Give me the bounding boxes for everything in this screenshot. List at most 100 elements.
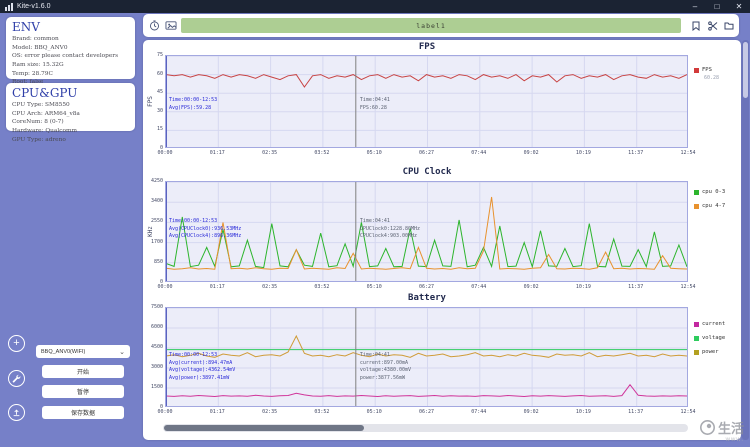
legend-item-cpu-4-7[interactable]: cpu 4-7 — [694, 203, 725, 209]
x-tick-label: 06:27 — [418, 284, 435, 290]
bookmark-button[interactable] — [691, 20, 701, 31]
x-tick-label: 10:19 — [575, 150, 591, 156]
close-button[interactable]: ✕ — [728, 0, 750, 13]
vertical-scrollbar-handle[interactable] — [743, 42, 748, 98]
x-tick-label: 02:35 — [262, 409, 278, 415]
x-tick-label: 03:52 — [314, 409, 330, 415]
x-tick-label: 11:37 — [628, 150, 644, 156]
watermark-logo-icon — [699, 420, 715, 435]
x-tick-label: 00:00 — [157, 284, 173, 290]
save-data-button[interactable]: 保存数据 — [42, 406, 124, 419]
x-tick-label: 10:19 — [575, 284, 591, 290]
x-tick-label: 00:00 — [157, 150, 173, 156]
folder-button[interactable] — [723, 20, 734, 31]
legend-item-voltage[interactable]: voltage — [694, 335, 725, 341]
x-tick-label: 05:10 — [366, 284, 382, 290]
toolbar: label1 — [143, 14, 739, 37]
legend-current-value: 60.28 — [704, 75, 720, 81]
x-tick-label: 07:44 — [471, 150, 487, 156]
timer-button[interactable] — [149, 20, 160, 31]
horizontal-scrollbar[interactable] — [163, 424, 688, 432]
app-icon — [5, 2, 13, 11]
x-tick-label: 02:35 — [262, 284, 278, 290]
env-line: OS: error please contact developers — [12, 53, 119, 60]
legend-item-power[interactable]: power — [694, 349, 719, 355]
x-tick-label: 09:02 — [523, 409, 539, 415]
y-tick-label: 4250 — [150, 178, 163, 184]
legend-item-current[interactable]: current — [694, 321, 725, 327]
y-tick-label: 6000 — [150, 324, 163, 330]
y-tick-label: 30 — [156, 107, 163, 114]
x-tick-label: 12:54 — [680, 150, 696, 156]
y-tick-label: 1500 — [150, 384, 163, 390]
legend-label: cpu 0-3 — [702, 189, 726, 195]
device-select[interactable]: BBQ_ANV0(WIFI) ⌄ — [36, 345, 130, 358]
legend-item-FPS[interactable]: FPS — [694, 67, 712, 73]
add-button[interactable]: + — [8, 335, 25, 352]
x-tick-label: 02:35 — [262, 150, 278, 156]
legend-swatch — [694, 189, 699, 195]
x-tick-label: 10:19 — [575, 409, 591, 415]
titlebar: Kite-v1.6.0 – □ ✕ — [0, 0, 750, 13]
charts-panel: FPS FPS 0 15 30 45 60 75 00:00 01:17 02:35 03:52 05:… — [143, 40, 741, 440]
screenshot-button[interactable] — [165, 20, 177, 31]
horizontal-scrollbar-handle[interactable] — [164, 425, 364, 431]
env-panel: ENV Brand: common Model: BBQ_ANV0 OS: er… — [6, 17, 135, 94]
watermark-title: 生活 — [717, 421, 744, 436]
plot-area-battery[interactable] — [165, 307, 688, 407]
legend-swatch — [694, 67, 699, 73]
cpugpu-line: CPU Type: SM8550 — [12, 102, 70, 108]
cpugpu-panel-title: CPU&GPU — [12, 86, 78, 100]
label-bar-text: label1 — [416, 21, 446, 30]
x-tick-label: 00:00 — [157, 409, 173, 415]
start-button[interactable]: 开始 — [42, 365, 124, 378]
y-tick-label: 1700 — [150, 238, 163, 245]
x-tick-label: 03:52 — [314, 150, 330, 156]
upload-button[interactable] — [8, 404, 25, 421]
chevron-down-icon: ⌄ — [119, 348, 125, 356]
env-line: Temp: 28.79C — [12, 70, 53, 77]
y-tick-label: 3400 — [150, 198, 163, 205]
maximize-button[interactable]: □ — [706, 0, 728, 13]
y-tick-label: 75 — [156, 52, 163, 58]
plot-area-fps[interactable] — [165, 55, 688, 148]
legend-label: voltage — [702, 335, 726, 341]
legend-swatch — [694, 349, 699, 355]
watermark-url: www. — [725, 437, 744, 443]
x-tick-label: 09:02 — [523, 284, 539, 290]
y-tick-label: 4500 — [150, 344, 163, 350]
minimize-button[interactable]: – — [684, 0, 706, 13]
vertical-scrollbar[interactable] — [742, 40, 749, 440]
x-tick-label: 11:37 — [628, 284, 644, 290]
wrench-icon — [12, 374, 21, 383]
pause-button[interactable]: 暂停 — [42, 385, 124, 398]
plot-area-cpu-clock[interactable] — [165, 181, 688, 282]
legend-label: cpu 4-7 — [702, 203, 726, 209]
legend-item-cpu-0-3[interactable]: cpu 0-3 — [694, 189, 725, 195]
label-bar[interactable]: label1 — [181, 18, 681, 33]
x-tick-label: 06:27 — [418, 409, 435, 415]
start-button-label: 开始 — [76, 370, 89, 376]
env-line: Model: BBQ_ANV0 — [12, 44, 68, 51]
cpugpu-line: CoreNum: 8 (0-7) — [12, 119, 64, 126]
env-line: Brand: common — [12, 36, 59, 42]
device-select-value: BBQ_ANV0(WIFI) — [41, 348, 86, 355]
y-tick-label: 3000 — [150, 364, 163, 370]
legend-swatch — [694, 321, 699, 327]
y-tick-label: 850 — [153, 258, 163, 265]
pause-button-label: 暂停 — [76, 390, 89, 396]
chart-title-fps: FPS — [418, 42, 436, 52]
window-title: Kite-v1.6.0 — [17, 3, 51, 10]
chart-title-cpu-clock: CPU Clock — [402, 167, 452, 177]
save-data-button-label: 保存数据 — [70, 411, 95, 417]
legend-label: FPS — [702, 67, 712, 73]
settings-wrench-button[interactable] — [8, 370, 25, 387]
y-tick-label: 15 — [156, 126, 163, 133]
legend-label: current — [702, 321, 726, 327]
scissors-button[interactable] — [707, 20, 718, 31]
y-tick-label: 2550 — [150, 218, 163, 225]
x-tick-label: 09:02 — [523, 150, 539, 156]
sidebar: ENV Brand: common Model: BBQ_ANV0 OS: er… — [0, 13, 141, 447]
bookmark-icon — [692, 21, 700, 31]
x-tick-label: 12:54 — [680, 284, 696, 290]
